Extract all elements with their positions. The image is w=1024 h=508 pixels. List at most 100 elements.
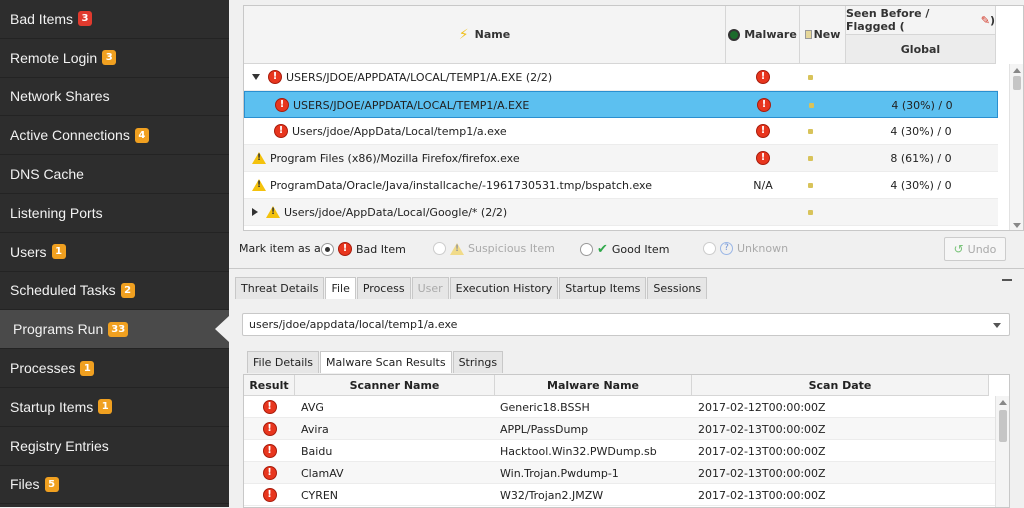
suspicious-radio[interactable] xyxy=(433,242,446,255)
file-path-value: users/jdoe/appdata/local/temp1/a.exe xyxy=(249,318,458,331)
undo-button[interactable]: ↺ Undo xyxy=(944,237,1006,261)
chevron-down-icon[interactable] xyxy=(993,323,1001,328)
scan-date-column-header[interactable]: Scan Date xyxy=(692,375,989,396)
tab-user[interactable]: User xyxy=(411,277,449,299)
scanner-column-header[interactable]: Scanner Name xyxy=(295,375,495,396)
mark-unknown-option[interactable]: ? Unknown xyxy=(703,242,788,255)
malware-column-header[interactable]: Malware xyxy=(726,6,800,64)
scan-malware-cell: Generic18.BSSH xyxy=(500,396,590,418)
seen-flagged-header[interactable]: Seen Before / Flagged ( ✎ ) xyxy=(846,6,995,35)
global-value: 8 (61%) / 0 xyxy=(890,151,952,165)
scan-scroll-thumb[interactable] xyxy=(999,410,1007,442)
sidebar-item-listening-ports[interactable]: Listening Ports xyxy=(0,194,229,233)
scan-row[interactable]: ! Baidu Hacktool.Win32.PWDump.sb 2017-02-13… xyxy=(244,440,997,462)
sidebar-item-active-connections[interactable]: Active Connections 4 xyxy=(0,116,229,156)
sidebar-item-dns-cache[interactable]: DNS Cache xyxy=(0,155,229,194)
scan-date-header-label: Scan Date xyxy=(808,378,872,392)
sidebar-item-label: Network Shares xyxy=(10,88,110,105)
sidebar-item-files[interactable]: Files 5 xyxy=(0,466,229,505)
tab-file[interactable]: File xyxy=(325,277,356,299)
table-row[interactable]: Program Files (x86)/Mozilla Firefox/fire… xyxy=(244,145,998,172)
bad-icon: ! xyxy=(338,242,352,256)
subtab-strings[interactable]: Strings xyxy=(452,351,504,373)
tab-threat-details[interactable]: Threat Details xyxy=(235,277,325,299)
subtab-file-details[interactable]: File Details xyxy=(247,351,320,373)
mark-bad-option[interactable]: ! Bad Item xyxy=(321,242,406,256)
sidebar-item-processes[interactable]: Processes 1 xyxy=(0,349,229,388)
scan-malware-value: APPL/PassDump xyxy=(500,422,589,436)
scanner-header-label: Scanner Name xyxy=(349,378,440,392)
sidebar-item-label: Listening Ports xyxy=(10,204,103,221)
name-cell: ProgramData/Oracle/Java/installcache/-19… xyxy=(252,172,722,198)
malware-cell xyxy=(726,199,800,225)
row-name: Users/jdoe/AppData/Local/Google/* (2/2) xyxy=(284,205,508,219)
result-bad-icon: ! xyxy=(262,400,277,414)
sidebar-item-users[interactable]: Users 1 xyxy=(0,233,229,272)
global-cell xyxy=(846,199,996,225)
file-path-select[interactable]: users/jdoe/appdata/local/temp1/a.exe xyxy=(242,313,1010,336)
tab-sessions[interactable]: Sessions xyxy=(647,277,708,299)
new-cell xyxy=(800,199,820,225)
scroll-down-icon[interactable] xyxy=(1013,223,1021,228)
bad-icon: ! xyxy=(275,98,289,112)
sidebar-item-registry-entries[interactable]: Registry Entries xyxy=(0,427,229,466)
results-scrollbar[interactable] xyxy=(1009,64,1023,230)
table-row[interactable]: ! USERS/JDOE/APPDATA/LOCAL/TEMP1/A.EXE! 4 … xyxy=(244,91,998,118)
result-bad-icon: ! xyxy=(262,488,277,502)
malware-name-column-header[interactable]: Malware Name xyxy=(495,375,692,396)
scan-row[interactable]: ! AVG Generic18.BSSH 2017-02-12T00:00:00Z xyxy=(244,396,997,418)
sidebar-item-bad-items[interactable]: Bad Items 3 xyxy=(0,0,229,39)
scan-scanner-value: Avira xyxy=(301,422,329,436)
global-column-header[interactable]: Global xyxy=(846,35,995,63)
scan-date-value: 2017-02-13T00:00:00Z xyxy=(698,444,826,458)
subtab-malware-scan-results[interactable]: Malware Scan Results xyxy=(320,351,452,373)
new-dot-icon xyxy=(807,128,813,134)
global-cell: 4 (30%) / 0 xyxy=(846,172,996,198)
scroll-up-icon[interactable] xyxy=(1013,68,1021,73)
sidebar-item-remote-login[interactable]: Remote Login 3 xyxy=(0,39,229,78)
new-column-header[interactable]: New xyxy=(800,6,846,64)
table-row[interactable]: Users/jdoe/AppData/Local/Google/* (2/2) xyxy=(244,199,998,226)
mark-suspicious-option[interactable]: Suspicious Item xyxy=(433,242,555,255)
sidebar-item-label: Bad Items xyxy=(10,10,74,27)
table-row[interactable]: ! Users/jdoe/AppData/Local/temp1/a.exe! 4 … xyxy=(244,118,998,145)
sidebar-item-network-shares[interactable]: Network Shares xyxy=(0,78,229,117)
tab-execution-history[interactable]: Execution History xyxy=(449,277,559,299)
sidebar-item-scheduled-tasks[interactable]: Scheduled Tasks 2 xyxy=(0,272,229,311)
table-row[interactable]: ProgramData/Oracle/Java/installcache/-19… xyxy=(244,172,998,199)
bad-radio[interactable] xyxy=(321,242,334,256)
scan-date-cell: 2017-02-12T00:00:00Z xyxy=(698,396,826,418)
scan-date-value: 2017-02-13T00:00:00Z xyxy=(698,488,826,502)
scan-row[interactable]: ! CYREN W32/Trojan2.JMZW 2017-02-13T00:00:0… xyxy=(244,484,997,506)
unknown-radio[interactable] xyxy=(703,242,716,255)
row-name: Users/jdoe/AppData/Local/temp1/a.exe xyxy=(292,124,507,138)
good-radio[interactable] xyxy=(580,243,593,256)
count-badge: 1 xyxy=(98,399,113,415)
result-column-header[interactable]: Result xyxy=(244,375,295,396)
global-cell xyxy=(846,64,996,90)
scan-results-table: Result Scanner Name Malware Name Scan Da… xyxy=(243,374,1010,508)
scan-row[interactable]: ! ClamAV Win.Trojan.Pwdump-1 2017-02-13T00:… xyxy=(244,462,997,484)
scan-scrollbar[interactable] xyxy=(995,396,1009,507)
sidebar-item-startup-items[interactable]: Startup Items 1 xyxy=(0,388,229,427)
expand-down-icon[interactable] xyxy=(252,74,260,80)
scan-scroll-up-icon[interactable] xyxy=(999,400,1007,405)
scroll-thumb[interactable] xyxy=(1013,76,1021,90)
tab-startup-items[interactable]: Startup Items xyxy=(559,277,647,299)
minimize-icon[interactable] xyxy=(1002,279,1012,281)
count-badge: 4 xyxy=(134,127,149,143)
warning-icon xyxy=(252,179,266,191)
table-row[interactable]: ! USERS/JDOE/APPDATA/LOCAL/TEMP1/A.EXE (2… xyxy=(244,64,998,91)
scan-scanner-cell: CYREN xyxy=(301,484,338,506)
count-badge: 2 xyxy=(120,282,135,298)
malware-cell: ! xyxy=(726,64,800,90)
sidebar-item-programs-run[interactable]: Programs Run 33 xyxy=(0,310,229,350)
results-table: ⚡ Name Malware New Seen Before / Flagged… xyxy=(243,5,1024,231)
tab-process[interactable]: Process xyxy=(356,277,411,299)
scan-malware-cell: W32/Trojan2.JMZW xyxy=(500,484,603,506)
new-header-label: New xyxy=(813,28,841,41)
mark-good-option[interactable]: ✔ Good Item xyxy=(580,242,669,257)
name-column-header[interactable]: ⚡ Name xyxy=(244,6,726,64)
scan-row[interactable]: ! Avira APPL/PassDump 2017-02-13T00:00:00Z xyxy=(244,418,997,440)
expand-right-icon[interactable] xyxy=(252,208,258,216)
